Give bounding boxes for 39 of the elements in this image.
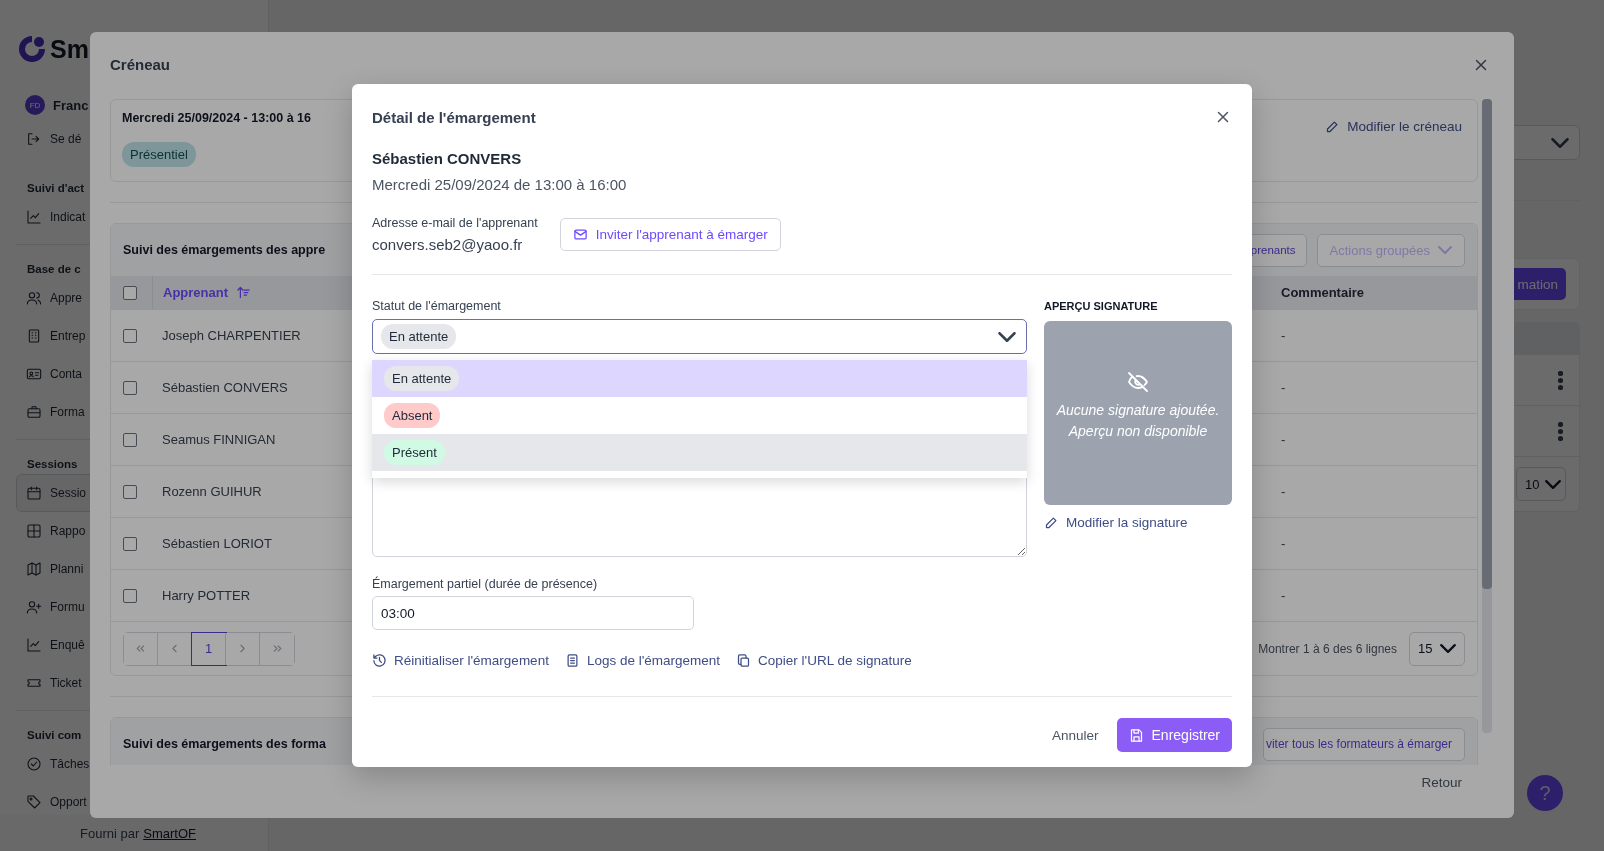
table-cell: - — [1281, 380, 1286, 395]
table-cell: - — [1281, 588, 1286, 603]
table-cell: Seamus FINNIGAN — [162, 432, 276, 447]
field-label: Statut de l'émargement — [372, 299, 502, 313]
field-label: Adresse e-mail de l'apprenant — [372, 216, 538, 230]
sidebar-section-title: Base de c — [27, 262, 81, 277]
status-chip: Présent — [384, 440, 445, 465]
section-label: APERÇU SIGNATURE — [1044, 300, 1159, 312]
table-cell: - — [1281, 536, 1286, 551]
section-title: Suivi des émargements des appre — [123, 243, 326, 257]
learner-name: Sébastien CONVERS — [372, 150, 523, 167]
table-cell: Harry POTTER — [162, 588, 251, 603]
status-chip: En attente — [384, 366, 460, 391]
slot-date: Mercredi 25/09/2024 de 13:00 à 16:00 — [372, 176, 628, 193]
logo-text: Sm — [50, 34, 89, 64]
table-cell: Sébastien LORIOT — [162, 536, 272, 551]
table-cell: - — [1281, 328, 1286, 343]
rows-summary: Montrer 1 à 6 des 6 lignes — [1258, 641, 1397, 656]
table-cell: Rozenn GUIHUR — [162, 484, 262, 499]
user-avatar: FD — [25, 95, 45, 115]
table-cell: - — [1281, 484, 1286, 499]
sidebar-section-title: Suivi d'act — [27, 181, 85, 196]
dialog-title: Créneau — [110, 56, 171, 73]
dialog-title: Détail de l'émargement — [372, 108, 536, 126]
column-header: Commentaire — [1281, 285, 1366, 300]
email-value: convers.seb2@yaoo.fr — [372, 236, 524, 253]
section-title: Suivi des émargements des forma — [123, 737, 326, 751]
user-name: Franc — [53, 97, 89, 113]
field-label: Émargement partiel (durée de présence) — [372, 577, 599, 591]
mode-badge: Présentiel — [122, 142, 196, 167]
empty-message: Aucune signature ajoutée. Aperçu non disponible — [1055, 401, 1221, 441]
sidebar-section-title: Suivi com — [27, 728, 82, 743]
sidebar-section-title: Sessions — [27, 457, 78, 472]
slot-title: Mercredi 25/09/2024 - 13:00 à 16 — [122, 111, 312, 125]
table-cell: Sébastien CONVERS — [162, 380, 288, 395]
table-cell: - — [1281, 432, 1286, 447]
table-cell: Joseph CHARPENTIER — [162, 328, 301, 343]
status-chip: Absent — [384, 403, 441, 428]
footer-text: Fourni par — [80, 825, 140, 841]
